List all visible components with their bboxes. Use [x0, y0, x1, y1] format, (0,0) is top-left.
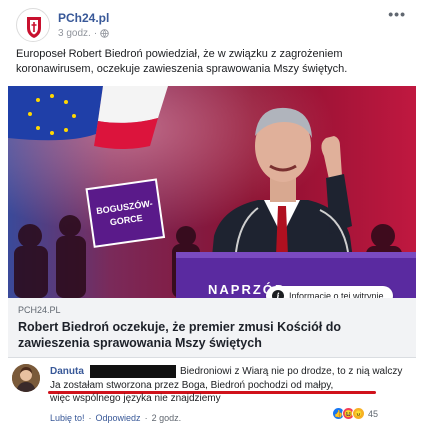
post-text: Europoseł Robert Biedroń powiedział, że …: [16, 48, 348, 75]
post-meta: 3 godz. ·: [58, 28, 109, 39]
comment-bubble: Danuta Biedroniowi z Wiarą nie po drodze…: [44, 362, 402, 406]
reaction-count: 45: [367, 408, 378, 419]
comment-text-line-2: Ja zostałam stworzona przez Boga, Biedro…: [50, 380, 334, 391]
link-preview-image[interactable]: BOGUSZÓW- GORCE NAPRZÓD: [8, 86, 416, 298]
comment-text-line-3: więc wspólnego języka nie znajdziemy: [50, 393, 221, 404]
avatar-photo: [12, 364, 40, 392]
link-title[interactable]: Robert Biedroń oczekuje, że premier zmus…: [18, 319, 408, 351]
page-name-link[interactable]: PCh24.pl: [58, 11, 109, 25]
angry-reaction-icon: 😠: [351, 407, 365, 420]
globe-icon[interactable]: [100, 29, 109, 38]
page-logo: [18, 10, 49, 41]
reply-comment-button[interactable]: Odpowiedz: [96, 413, 141, 423]
comment-text-line-1: Biedroniowi z Wiarą nie po drodze, to z …: [180, 366, 403, 377]
comment-actions: Lubię to! · Odpowiedz · 2 godz.: [50, 413, 182, 423]
post-time[interactable]: 3 godz.: [58, 28, 91, 39]
commenter-avatar[interactable]: [12, 364, 40, 392]
comment: Danuta Biedroniowi z Wiarą nie po drodze…: [8, 360, 416, 432]
redacted-surname: [90, 365, 176, 378]
comment-author-link[interactable]: Danuta: [50, 366, 84, 377]
link-domain: PCH24.PL: [18, 305, 61, 315]
comment-time[interactable]: 2 godz.: [152, 413, 182, 423]
like-comment-button[interactable]: Lubię to!: [50, 413, 85, 423]
speaker-photo: BOGUSZÓW- GORCE NAPRZÓD: [8, 86, 416, 298]
post-header: PCh24.pl 3 godz. · •••: [14, 6, 410, 42]
comment-reactions[interactable]: 👍 😆 😠 45: [331, 407, 378, 420]
more-icon[interactable]: •••: [388, 6, 406, 22]
link-preview-meta[interactable]: PCH24.PL Robert Biedroń oczekuje, że pre…: [8, 298, 416, 358]
page-avatar[interactable]: [16, 8, 50, 42]
